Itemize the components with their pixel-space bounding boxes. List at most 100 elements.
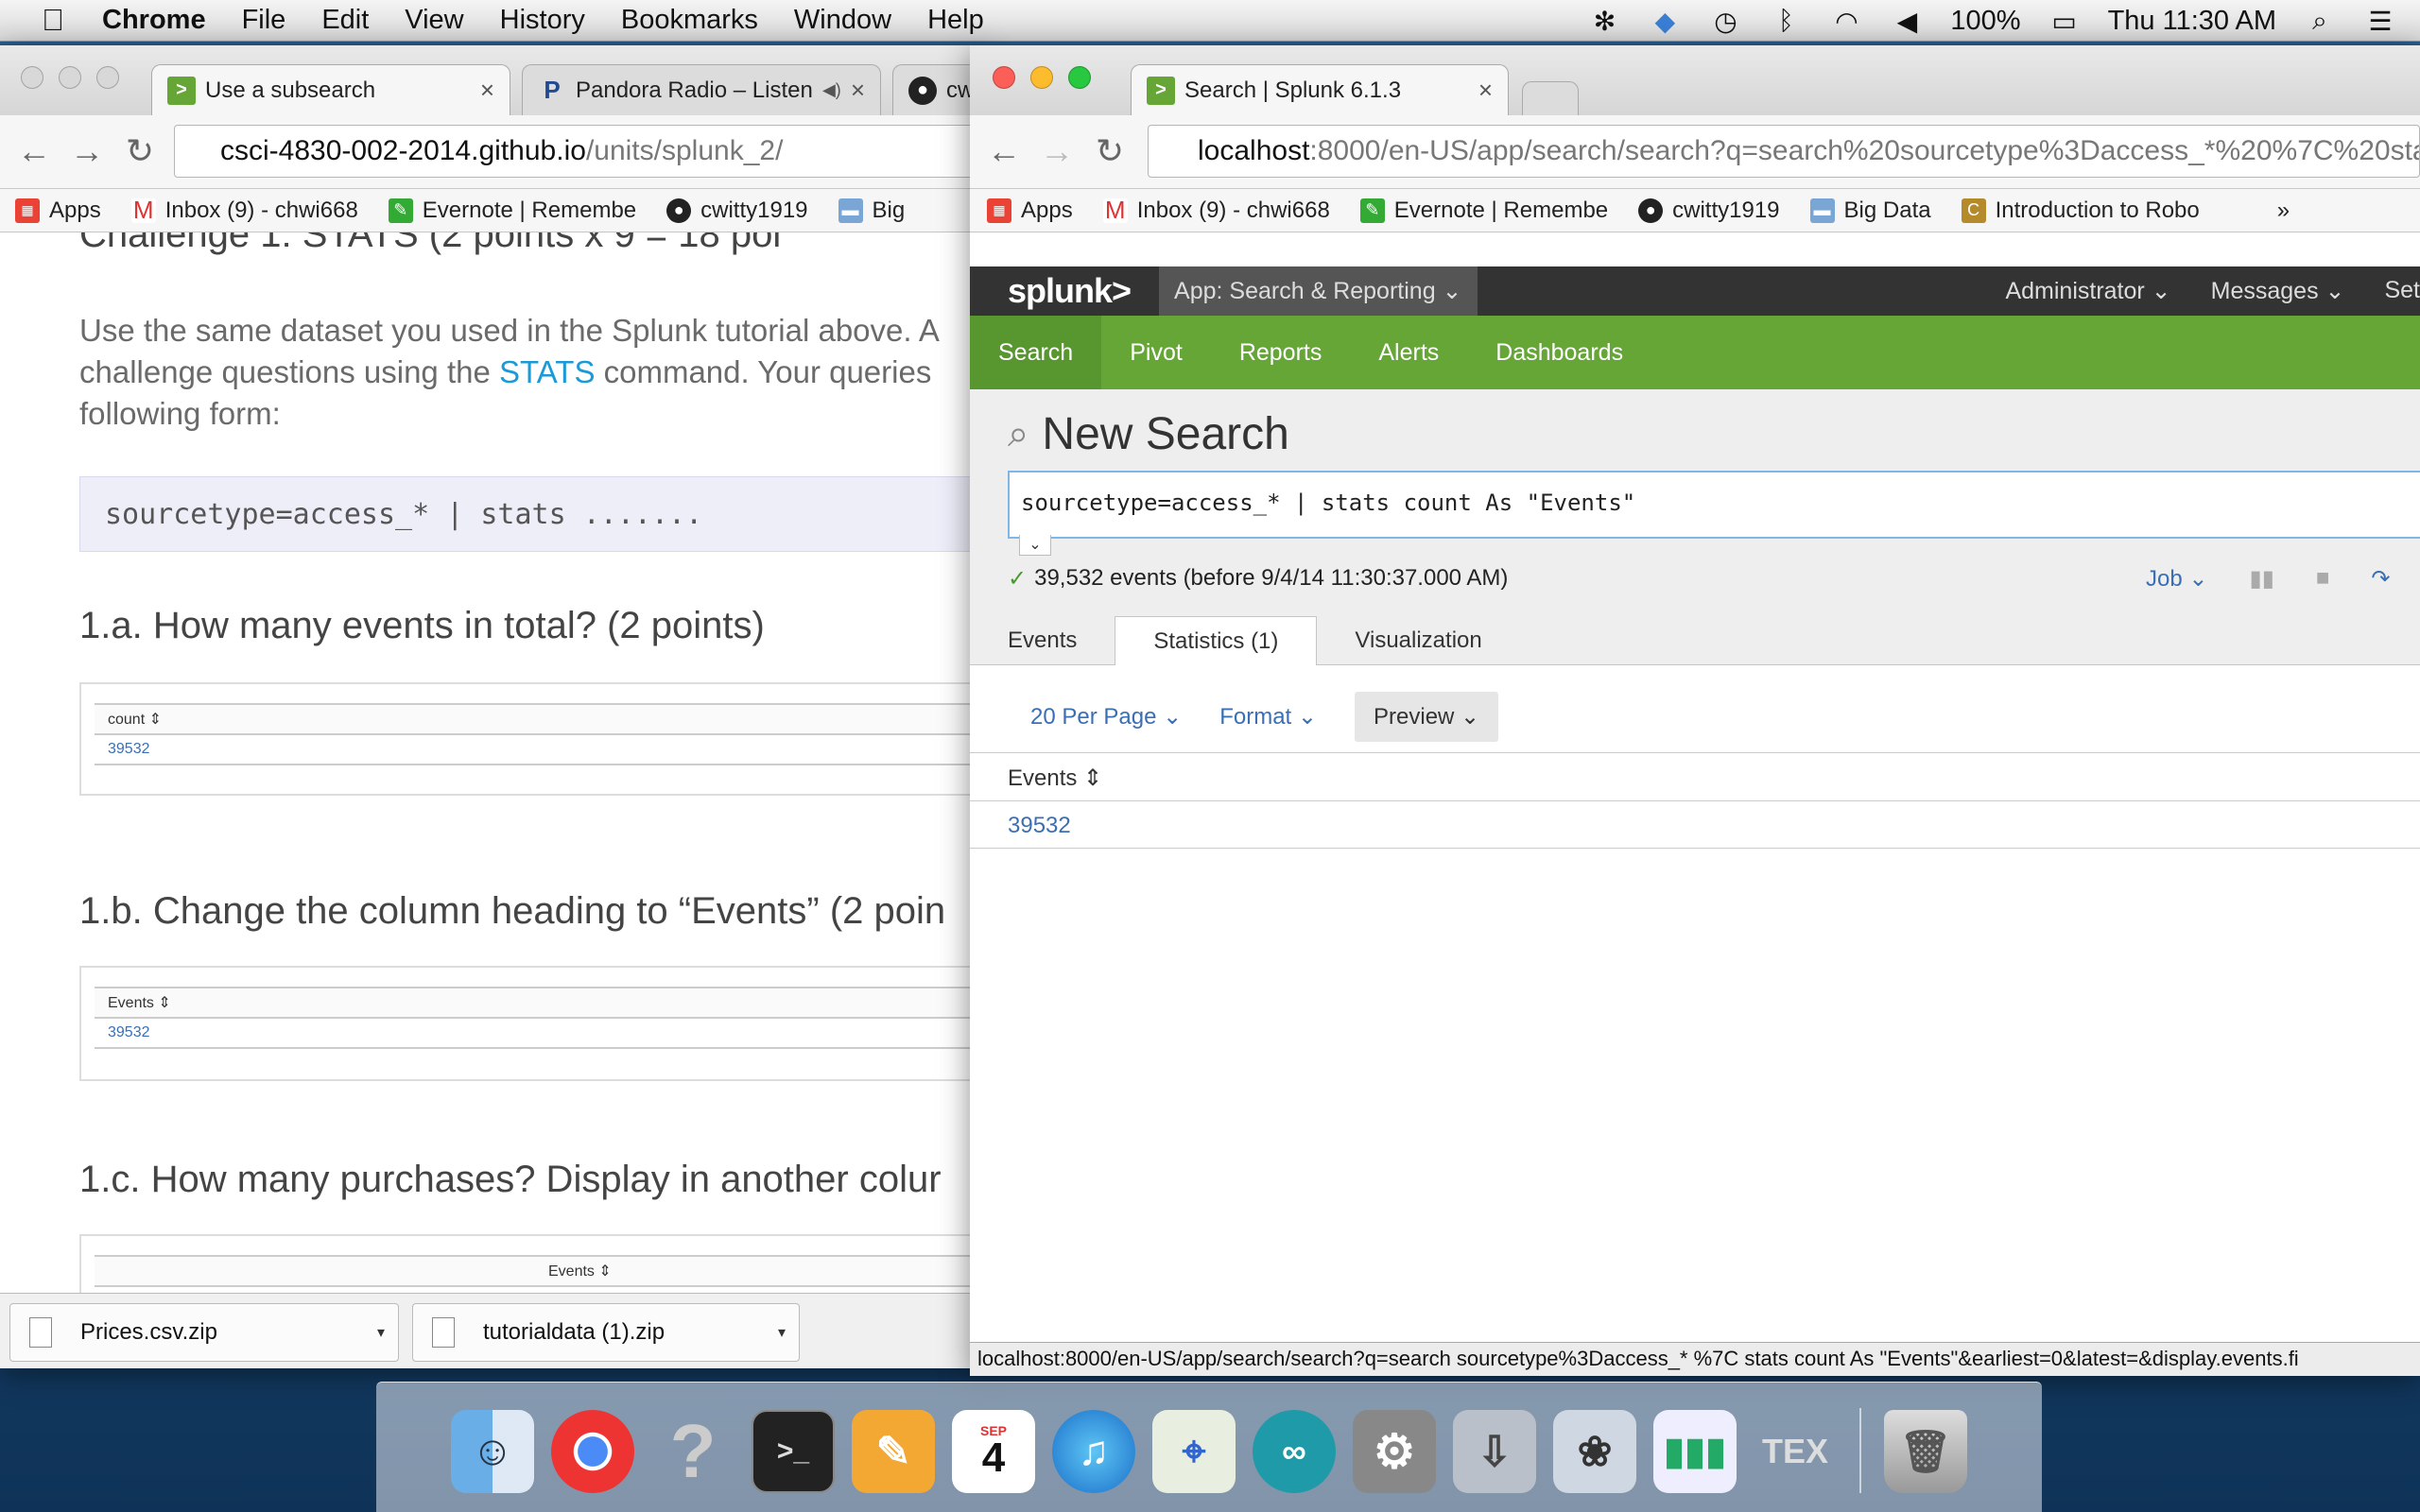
chevron-down-icon[interactable]: ▾	[377, 1323, 385, 1342]
download-item[interactable]: tutorialdata (1).zip ▾	[412, 1302, 800, 1362]
calendar-icon[interactable]: SEP 4	[952, 1410, 1035, 1493]
tab-use-a-subsearch[interactable]: > Use a subsearch ×	[151, 64, 510, 115]
latex-icon[interactable]: TEX	[1754, 1410, 1837, 1493]
help-icon[interactable]: ?	[651, 1409, 735, 1493]
nav-dashboards[interactable]: Dashboards	[1467, 316, 1651, 389]
bookmark-inbox[interactable]: M Inbox (9) - chwi668	[1102, 196, 1330, 224]
arduino-icon[interactable]: ∞	[1253, 1410, 1336, 1493]
close-icon[interactable]: ×	[851, 76, 865, 105]
app-menu[interactable]: App: Search & Reporting ⌄	[1159, 266, 1478, 316]
volume-icon[interactable]: ◀	[1890, 6, 1924, 36]
menu-view[interactable]: View	[405, 5, 463, 36]
address-bar[interactable]: csci-4830-002-2014.github.io/units/splun…	[174, 125, 983, 178]
stats-link[interactable]: STATS	[499, 354, 595, 389]
bookmark-apps[interactable]: ▦ Apps	[15, 198, 101, 224]
bookmark-inbox[interactable]: M Inbox (9) - chwi668	[130, 196, 358, 224]
minimize-window-button[interactable]	[59, 66, 81, 89]
reload-icon[interactable]: ↻	[119, 130, 161, 172]
stop-icon[interactable]: ■	[2316, 565, 2330, 593]
settings-menu[interactable]: Set	[2384, 277, 2420, 305]
share-icon[interactable]: ↷	[2371, 565, 2390, 593]
itunes-icon[interactable]: ♫	[1052, 1410, 1135, 1493]
bookmarks-overflow[interactable]: »	[2277, 198, 2290, 224]
nav-pivot[interactable]: Pivot	[1101, 316, 1211, 389]
downloads-icon[interactable]: ⇩	[1453, 1410, 1536, 1493]
tab-statistics[interactable]: Statistics (1)	[1115, 616, 1318, 665]
bookmark-cwitty[interactable]: ● cwitty1919	[666, 198, 808, 224]
menu-help[interactable]: Help	[927, 5, 984, 36]
menu-window[interactable]: Window	[794, 5, 891, 36]
job-menu[interactable]: Job ⌄	[2146, 565, 2207, 593]
bookmark-evernote[interactable]: ✎ Evernote | Remembe	[388, 198, 636, 224]
maps-icon[interactable]: ⌖	[1152, 1410, 1236, 1493]
menu-history[interactable]: History	[500, 5, 585, 36]
pages-icon[interactable]: ✎	[852, 1410, 935, 1493]
nav-reports[interactable]: Reports	[1211, 316, 1351, 389]
time-machine-icon[interactable]: ◷	[1708, 6, 1742, 36]
menu-bookmarks[interactable]: Bookmarks	[621, 5, 758, 36]
table-row[interactable]: 39532	[970, 801, 2420, 849]
bookmark-big-data[interactable]: ▬ Big Data	[1809, 198, 1931, 224]
battery-percent[interactable]: 100%	[1950, 6, 2020, 37]
reload-icon[interactable]: ↻	[1089, 130, 1131, 172]
chevron-down-icon[interactable]: ▾	[778, 1323, 786, 1342]
close-icon[interactable]: ×	[480, 76, 494, 105]
spotlight-icon[interactable]: ⌕	[2303, 6, 2337, 36]
chevron-down-icon[interactable]: ⌄	[1019, 535, 1051, 556]
close-window-button[interactable]	[21, 66, 43, 89]
apple-icon[interactable]: 	[36, 3, 70, 38]
chrome-icon[interactable]	[551, 1410, 634, 1493]
close-icon[interactable]: ×	[1478, 76, 1493, 105]
dropbox-icon[interactable]: ◆	[1648, 6, 1682, 36]
splunk-logo[interactable]: splunk>	[1008, 271, 1132, 311]
result-table-1a: count ⇕ 39532	[79, 682, 983, 796]
menu-file[interactable]: File	[242, 5, 286, 36]
keynote-icon[interactable]: ▮▮▮	[1653, 1410, 1737, 1493]
tab-pandora[interactable]: P Pandora Radio – Listen ◀) ×	[522, 64, 881, 115]
trash-icon[interactable]: 🗑	[1884, 1410, 1967, 1493]
messages-menu[interactable]: Messages ⌄	[2211, 277, 2345, 305]
bookmark-evernote[interactable]: ✎ Evernote | Remembe	[1359, 198, 1608, 224]
bluetooth-icon[interactable]: ᛒ	[1769, 6, 1803, 36]
back-icon[interactable]: ←	[983, 130, 1025, 172]
tab-visualization[interactable]: Visualization	[1317, 616, 1519, 665]
pinwheel-icon[interactable]: ✻	[1587, 6, 1621, 36]
format-dropdown[interactable]: Format ⌄	[1219, 703, 1317, 730]
speaker-icon[interactable]: ◀)	[822, 80, 841, 100]
close-window-button[interactable]	[993, 66, 1015, 89]
bookmark-cwitty[interactable]: ● cwitty1919	[1638, 198, 1780, 224]
zoom-window-button[interactable]	[1068, 66, 1091, 89]
bookmark-robotics[interactable]: C Introduction to Robo	[1961, 198, 2200, 224]
question-1c: 1.c. How many purchases? Display in anot…	[79, 1159, 942, 1200]
nav-alerts[interactable]: Alerts	[1350, 316, 1467, 389]
minimize-window-button[interactable]	[1030, 66, 1053, 89]
clock[interactable]: Thu 11:30 AM	[2108, 6, 2276, 37]
battery-icon[interactable]: ▭	[2048, 6, 2082, 36]
pause-icon[interactable]: ▮▮	[2249, 565, 2273, 593]
back-icon[interactable]: ←	[13, 130, 55, 172]
terminal-icon[interactable]: >_	[752, 1410, 835, 1493]
tab-splunk-search[interactable]: > Search | Splunk 6.1.3 ×	[1131, 64, 1509, 115]
per-page-dropdown[interactable]: 20 Per Page ⌄	[1030, 703, 1182, 730]
administrator-menu[interactable]: Administrator ⌄	[2005, 277, 2170, 305]
iphoto-icon[interactable]: ❀	[1553, 1410, 1636, 1493]
forward-icon[interactable]: →	[1036, 130, 1078, 172]
finder-icon[interactable]: ☺	[451, 1410, 534, 1493]
download-item[interactable]: Prices.csv.zip ▾	[9, 1302, 399, 1362]
tab-events[interactable]: Events	[970, 616, 1115, 665]
system-preferences-icon[interactable]: ⚙	[1353, 1410, 1436, 1493]
address-bar[interactable]: localhost:8000/en-US/app/search/search?q…	[1148, 125, 2420, 178]
nav-search[interactable]: Search	[970, 316, 1102, 389]
bookmark-apps[interactable]: ▦ Apps	[987, 198, 1073, 224]
search-query-input[interactable]: sourcetype=access_* | stats count As "Ev…	[1008, 471, 2420, 539]
forward-icon[interactable]: →	[66, 130, 108, 172]
zoom-window-button[interactable]	[96, 66, 119, 89]
menu-edit[interactable]: Edit	[321, 5, 369, 36]
wifi-icon[interactable]: ◠	[1829, 6, 1863, 36]
preview-dropdown[interactable]: Preview ⌄	[1355, 692, 1499, 742]
notification-center-icon[interactable]: ☰	[2363, 6, 2397, 36]
events-column-header[interactable]: Events ⇕	[970, 752, 2420, 801]
new-tab-button[interactable]	[1522, 81, 1579, 115]
bookmark-big-data[interactable]: ▬ Big	[838, 198, 905, 224]
menu-app-name[interactable]: Chrome	[102, 5, 206, 36]
